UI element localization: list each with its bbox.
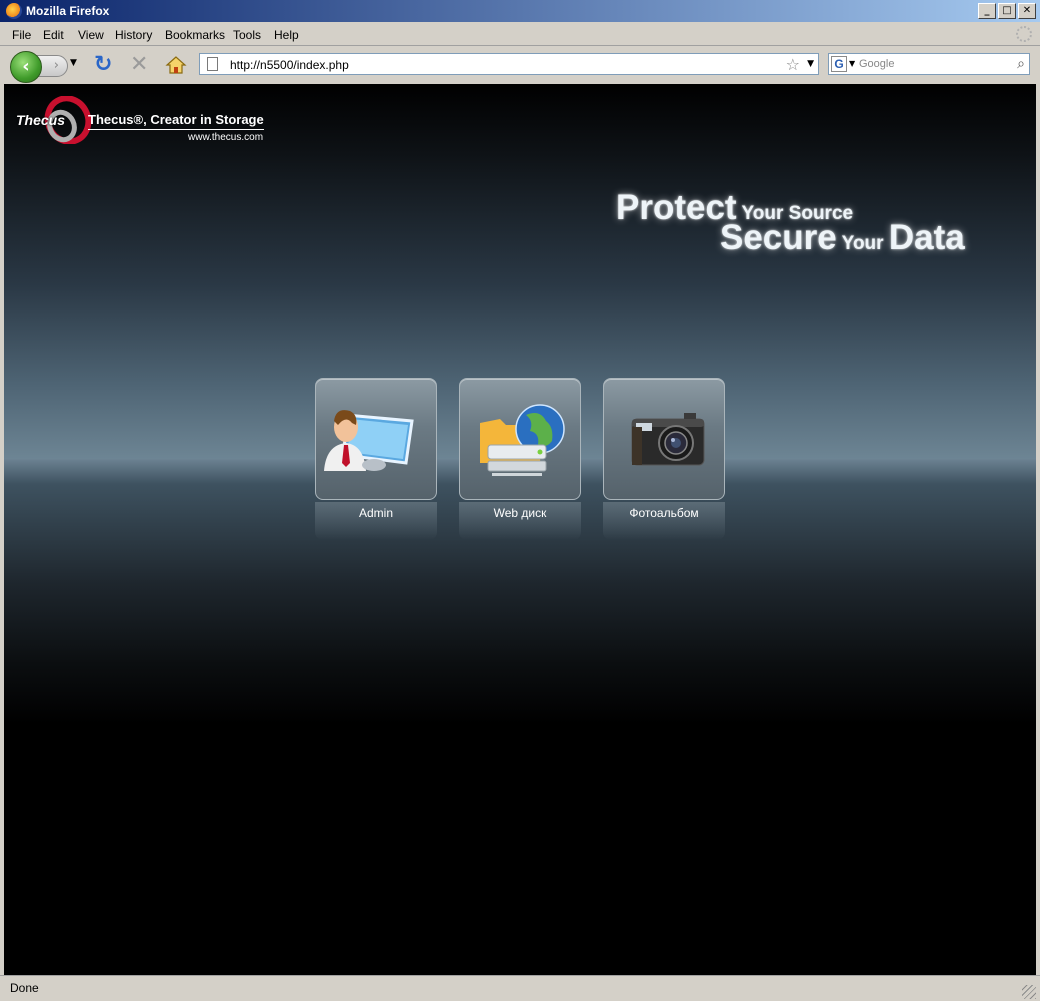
logo-brand: Thecus bbox=[16, 112, 66, 128]
web-disk-globe-icon bbox=[480, 404, 565, 476]
home-icon[interactable] bbox=[165, 54, 187, 76]
tile-webdisk[interactable] bbox=[459, 378, 581, 500]
menu-bar: File Edit View History Bookmarks Tools H… bbox=[0, 23, 1040, 46]
url-dropdown-icon[interactable]: ▼ bbox=[807, 59, 814, 69]
menu-view[interactable]: View bbox=[78, 28, 104, 42]
navigation-toolbar: › ‹ ▼ ↻ ✕ http://n5500/index.php ☆ ▼ G ▼… bbox=[0, 46, 1040, 84]
menu-file[interactable]: File bbox=[12, 28, 31, 42]
status-bar: Done bbox=[0, 975, 1040, 1001]
history-dropdown-icon[interactable]: ▼ bbox=[70, 58, 77, 68]
minimize-button[interactable]: _ bbox=[978, 3, 996, 19]
google-engine-icon[interactable]: G bbox=[831, 56, 847, 72]
tile-photo-album-label[interactable]: Фотоальбом bbox=[603, 502, 725, 540]
search-bar[interactable]: G ▼ ⌕ bbox=[828, 53, 1030, 75]
search-engine-dropdown-icon[interactable]: ▼ bbox=[849, 59, 855, 68]
window-controls: _ □ ✕ bbox=[978, 3, 1036, 19]
back-arrow-icon: ‹ bbox=[22, 56, 30, 77]
firefox-icon bbox=[6, 3, 22, 19]
back-button[interactable]: ‹ bbox=[10, 51, 42, 83]
admin-user-monitor-icon bbox=[324, 410, 414, 471]
menu-history[interactable]: History bbox=[115, 28, 152, 42]
slogan-word: Protect bbox=[616, 188, 737, 227]
forward-arrow-icon: › bbox=[53, 58, 59, 73]
search-input[interactable] bbox=[859, 55, 1009, 73]
tile-admin-label[interactable]: Admin bbox=[315, 502, 437, 540]
window-title: Mozilla Firefox bbox=[26, 4, 110, 18]
throbber-icon bbox=[1016, 26, 1032, 42]
slogan-word: Your bbox=[836, 233, 889, 254]
menu-edit[interactable]: Edit bbox=[43, 28, 64, 42]
camera-icon bbox=[631, 413, 705, 466]
bookmark-star-icon[interactable]: ☆ bbox=[786, 55, 800, 74]
status-text: Done bbox=[10, 981, 39, 995]
slogan-line-2: Secure Your Data bbox=[720, 218, 965, 258]
thecus-logo: Thecus Thecus®, Creator in Storage www.t… bbox=[16, 96, 276, 148]
menu-tools[interactable]: Tools bbox=[233, 28, 261, 42]
page-content: Thecus Thecus®, Creator in Storage www.t… bbox=[4, 84, 1036, 975]
menu-bookmarks[interactable]: Bookmarks bbox=[165, 28, 225, 42]
stop-icon[interactable]: ✕ bbox=[130, 54, 148, 76]
tile-photo-album[interactable] bbox=[603, 378, 725, 500]
window-titlebar[interactable]: Mozilla Firefox _ □ ✕ bbox=[0, 0, 1040, 22]
resize-grip-icon[interactable] bbox=[1022, 985, 1036, 999]
url-text[interactable]: http://n5500/index.php bbox=[230, 58, 349, 72]
logo-url: www.thecus.com bbox=[188, 132, 264, 143]
reload-icon[interactable]: ↻ bbox=[94, 54, 112, 76]
url-bar[interactable]: http://n5500/index.php ☆ ▼ bbox=[199, 53, 819, 75]
page-icon bbox=[207, 57, 218, 71]
tile-webdisk-label[interactable]: Web диск bbox=[459, 502, 581, 540]
maximize-button[interactable]: □ bbox=[998, 3, 1016, 19]
close-button[interactable]: ✕ bbox=[1018, 3, 1036, 19]
slogan-word: Secure bbox=[720, 218, 837, 257]
search-icon[interactable]: ⌕ bbox=[1017, 56, 1025, 72]
tile-admin[interactable] bbox=[315, 378, 437, 500]
menu-help[interactable]: Help bbox=[274, 28, 299, 42]
logo-tagline: Thecus®, Creator in Storage bbox=[88, 112, 264, 130]
slogan-word: Data bbox=[888, 218, 965, 257]
